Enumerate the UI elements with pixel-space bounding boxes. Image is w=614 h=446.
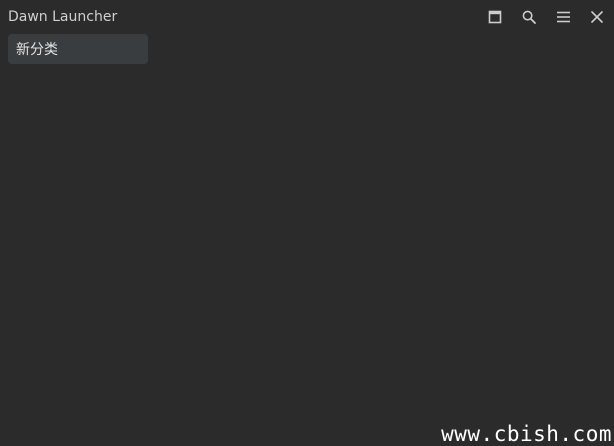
title-bar[interactable]: Dawn Launcher: [0, 0, 614, 34]
close-button[interactable]: [584, 5, 610, 29]
close-icon: [591, 11, 603, 23]
app-title: Dawn Launcher: [8, 9, 118, 25]
category-tab-label: 新分类: [16, 42, 58, 58]
hamburger-menu-icon: [556, 11, 571, 23]
menu-button[interactable]: [550, 5, 576, 29]
launcher-content-area[interactable]: [0, 70, 614, 446]
search-icon: [522, 10, 536, 24]
maximize-button[interactable]: [482, 5, 508, 29]
search-button[interactable]: [516, 5, 542, 29]
watermark-text: www.cbish.com: [441, 422, 612, 446]
maximize-icon: [488, 10, 502, 24]
category-tab-new-category[interactable]: 新分类: [8, 34, 148, 64]
